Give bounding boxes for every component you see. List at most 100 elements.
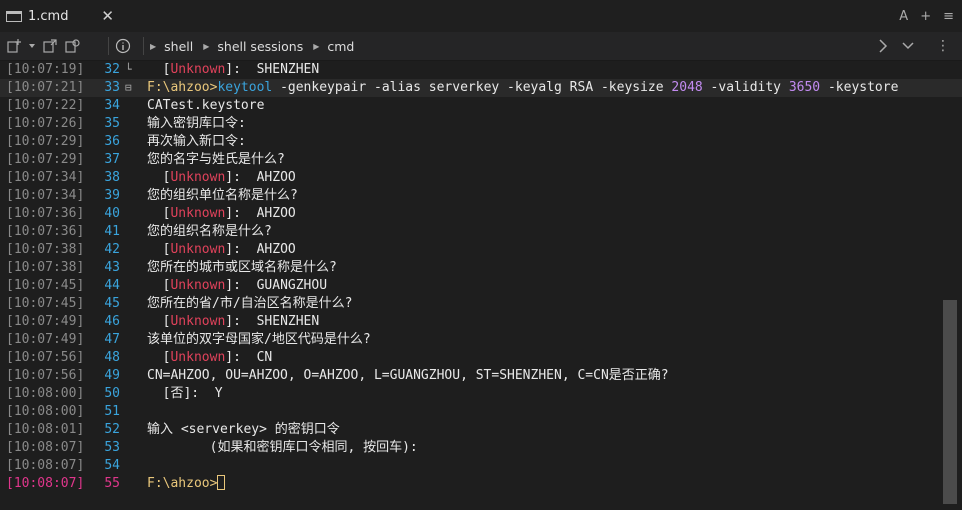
line-number: 53: [104, 440, 120, 455]
terminal-line: [10:07:21] 33 ⊟ F:\ahzoo>keytool -genkeypai…: [0, 79, 962, 97]
text-token: ]: AHZOO: [225, 206, 296, 221]
new-tab-icon[interactable]: [6, 38, 22, 54]
line-text: [Unknown]: AHZOO: [147, 241, 296, 259]
timestamp: [10:07:29]: [6, 134, 85, 149]
text-token: CATest.keystore: [147, 98, 265, 113]
terminal-output[interactable]: [10:07:19] 32 └ [Unknown]: SHENZHEN [10:07:…: [0, 61, 962, 510]
text-token: [: [147, 206, 171, 221]
line-text: [Unknown]: AHZOO: [147, 169, 296, 187]
line-number: 40: [104, 206, 120, 221]
line-number: 39: [104, 188, 120, 203]
terminal-line: [10:08:00] 50 [否]: Y: [0, 385, 962, 403]
text-token: ]: GUANGZHOU: [225, 278, 328, 293]
terminal-line: [10:07:29] 37 您的名字与姓氏是什么?: [0, 151, 962, 169]
cmdname-token: keytool: [217, 80, 273, 95]
timestamp: [10:07:19]: [6, 62, 85, 77]
timestamp: [10:07:34]: [6, 188, 85, 203]
font-size-button[interactable]: A: [899, 9, 908, 24]
line-number: 44: [104, 278, 120, 293]
close-tab-icon[interactable]: ✕: [101, 7, 114, 25]
breadcrumb-item-shell-sessions[interactable]: ▶ shell sessions: [203, 39, 303, 54]
hamburger-menu-button[interactable]: ≡: [943, 9, 954, 24]
line-number: 55: [104, 476, 120, 491]
line-number: 49: [104, 368, 120, 383]
new-window-icon[interactable]: [42, 38, 58, 54]
unk-token: Unknown: [170, 206, 226, 221]
text-token: (如果和密钥库口令相同, 按回车):: [147, 440, 418, 455]
timestamp: [10:08:00]: [6, 386, 85, 401]
fold-marker-icon[interactable]: └: [125, 61, 132, 79]
chevron-down-icon[interactable]: [28, 42, 36, 50]
line-text: 该单位的双字母国家/地区代码是什么?: [147, 331, 371, 349]
timestamp: [10:07:34]: [6, 170, 85, 185]
timestamp: [10:07:49]: [6, 332, 85, 347]
terminal-line: [10:08:00] 51: [0, 403, 962, 421]
scrollbar-thumb[interactable]: [943, 300, 957, 504]
terminal-line: [10:08:07] 53 (如果和密钥库口令相同, 按回车):: [0, 439, 962, 457]
timestamp: [10:07:29]: [6, 152, 85, 167]
terminal-icon: [6, 10, 22, 22]
text-token: [: [147, 278, 171, 293]
text-token: ]: CN: [225, 350, 273, 365]
unk-token: Unknown: [170, 62, 226, 77]
unk-token: Unknown: [170, 278, 226, 293]
terminal-line: [10:08:01] 52 输入 <serverkey> 的密钥口令: [0, 421, 962, 439]
terminal-line: [10:07:29] 36 再次输入新口令:: [0, 133, 962, 151]
line-text: F:\ahzoo>: [147, 475, 226, 493]
line-number: 48: [104, 350, 120, 365]
line-text: [Unknown]: GUANGZHOU: [147, 277, 327, 295]
text-token: ]: AHZOO: [225, 170, 296, 185]
line-number: 36: [104, 134, 120, 149]
timestamp: [10:07:45]: [6, 296, 85, 311]
more-options-icon[interactable]: ⋮: [936, 38, 950, 54]
text-token: 您所在的城市或区域名称是什么?: [147, 260, 337, 275]
terminal-line: [10:07:56] 49 CN=AHZOO, OU=AHZOO, O=AHZOO,…: [0, 367, 962, 385]
line-number: 34: [104, 98, 120, 113]
terminal-line: [10:07:36] 41 您的组织名称是什么?: [0, 223, 962, 241]
chevron-down-icon[interactable]: [902, 42, 914, 50]
text-token: [: [147, 242, 171, 257]
line-text: 再次输入新口令:: [147, 133, 246, 151]
text-token: 您所在的省/市/自治区名称是什么?: [147, 296, 353, 311]
terminal-line: [10:07:49] 46 [Unknown]: SHENZHEN: [0, 313, 962, 331]
text-token: [: [147, 314, 171, 329]
timestamp: [10:07:26]: [6, 116, 85, 131]
terminal-line: [10:08:07] 54: [0, 457, 962, 475]
text-token: -validity: [702, 80, 789, 95]
chevron-right-icon[interactable]: [878, 39, 888, 53]
line-number: 42: [104, 242, 120, 257]
new-tab-plus-button[interactable]: +: [920, 9, 931, 24]
text-token: 输入 <serverkey> 的密钥口令: [147, 422, 340, 437]
timestamp: [10:07:36]: [6, 206, 85, 221]
line-number: 46: [104, 314, 120, 329]
prompt-path-token: F:\ahzoo>: [147, 476, 218, 491]
terminal-line: [10:07:36] 40 [Unknown]: AHZOO: [0, 205, 962, 223]
line-text: 输入密钥库口令:: [147, 115, 246, 133]
unk-token: Unknown: [170, 314, 226, 329]
terminal-line: [10:07:38] 43 您所在的城市或区域名称是什么?: [0, 259, 962, 277]
line-number: 37: [104, 152, 120, 167]
text-token: ]: AHZOO: [225, 242, 296, 257]
timestamp: [10:07:36]: [6, 224, 85, 239]
text-token: [: [147, 350, 171, 365]
text-cursor: [217, 475, 226, 490]
terminal-line: [10:07:38] 42 [Unknown]: AHZOO: [0, 241, 962, 259]
line-number: 47: [104, 332, 120, 347]
line-number: 54: [104, 458, 120, 473]
timestamp: [10:07:38]: [6, 242, 85, 257]
unk-token: Unknown: [170, 350, 226, 365]
breadcrumb-item-cmd[interactable]: ▶ cmd: [313, 39, 354, 54]
tab-1-cmd[interactable]: 1.cmd ✕: [0, 0, 122, 32]
triangle-right-icon: ▶: [203, 41, 210, 51]
settings-gear-icon[interactable]: [64, 38, 80, 54]
line-text: [Unknown]: SHENZHEN: [147, 61, 320, 79]
text-token: [: [147, 170, 171, 185]
line-text: F:\ahzoo>keytool -genkeypair -alias serv…: [147, 79, 898, 97]
toolbar: ▶ shell ▶ shell sessions ▶ cmd ⋮: [0, 32, 962, 61]
breadcrumb-item-shell[interactable]: ▶ shell: [150, 39, 193, 54]
fold-marker-icon[interactable]: ⊟: [125, 79, 132, 97]
info-icon[interactable]: [115, 38, 131, 54]
line-text: 您所在的省/市/自治区名称是什么?: [147, 295, 352, 313]
breadcrumb: ▶ shell ▶ shell sessions ▶ cmd: [150, 39, 878, 54]
tab-title: 1.cmd: [28, 8, 69, 24]
